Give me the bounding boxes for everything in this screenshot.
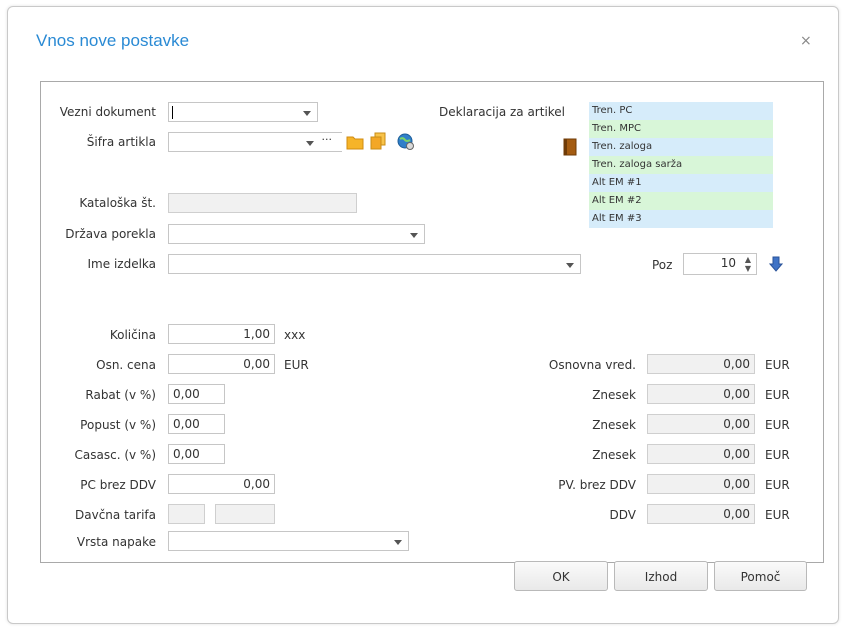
osn-cena-label: Osn. cena <box>96 358 156 372</box>
vezni-dokument-select[interactable] <box>168 102 318 122</box>
znesek-label: Znesek <box>592 418 636 432</box>
osn-cena-unit: EUR <box>284 358 309 372</box>
znesek-casasc-field: 0,00 <box>647 444 755 464</box>
declaration-item: Alt EM #2 <box>589 192 773 210</box>
form-panel: Vezni dokument Šifra artikla ··· Deklara… <box>40 81 824 563</box>
kolicina-unit: xxx <box>284 328 306 342</box>
osn-cena-field[interactable]: 0,00 <box>168 354 275 374</box>
znesek-rabat-unit: EUR <box>765 388 790 402</box>
popust-field[interactable]: 0,00 <box>168 414 225 434</box>
dialog-window: Vnos nove postavke × Vezni dokument Šifr… <box>7 6 839 624</box>
declaration-item: Tren. MPC <box>589 120 773 138</box>
stepper-arrows-icon[interactable]: ▲ ▼ <box>745 255 751 273</box>
znesek-popust-field: 0,00 <box>647 414 755 434</box>
znesek-label: Znesek <box>592 448 636 462</box>
rabat-field[interactable]: 0,00 <box>168 384 225 404</box>
znesek-popust-unit: EUR <box>765 418 790 432</box>
ddv-unit: EUR <box>765 508 790 522</box>
declaration-item: Tren. zaloga <box>589 138 773 156</box>
davcna-tarifa-label: Davčna tarifa <box>75 508 156 522</box>
davcna-tarifa-field-1 <box>168 504 205 524</box>
poz-value: 10 <box>720 256 736 270</box>
osnovna-vred-label: Osnovna vred. <box>548 358 636 372</box>
sifra-artikla-select[interactable]: ··· <box>168 132 342 152</box>
osnovna-vred-field: 0,00 <box>647 354 755 374</box>
poz-stepper[interactable]: 10 ▲ ▼ <box>683 253 757 275</box>
pv-brez-ddv-label: PV. brez DDV <box>558 478 636 492</box>
znesek-rabat-field: 0,00 <box>647 384 755 404</box>
ddv-field: 0,00 <box>647 504 755 524</box>
chevron-down-icon[interactable] <box>566 263 574 268</box>
declaration-item: Tren. zaloga sarža <box>589 156 773 174</box>
copy-icon[interactable] <box>370 132 386 150</box>
pc-brez-ddv-field[interactable]: 0,00 <box>168 474 275 494</box>
more-options-icon[interactable]: ··· <box>322 133 333 146</box>
popust-label: Popust (v %) <box>80 418 156 432</box>
kataloska-field <box>168 193 357 213</box>
sifra-artikla-label: Šifra artikla <box>86 135 156 149</box>
vrsta-napake-select[interactable] <box>168 531 409 551</box>
znesek-label: Znesek <box>592 388 636 402</box>
drzava-select[interactable] <box>168 224 425 244</box>
text-cursor <box>172 106 173 119</box>
chevron-down-icon[interactable] <box>394 540 402 545</box>
book-icon[interactable] <box>563 138 577 156</box>
davcna-tarifa-field-2 <box>215 504 275 524</box>
ime-izdelka-select[interactable] <box>168 254 581 274</box>
declaration-item: Alt EM #3 <box>589 210 773 228</box>
chevron-down-icon[interactable] <box>306 141 314 146</box>
folder-icon[interactable] <box>346 134 364 150</box>
declaration-list: Tren. PC Tren. MPC Tren. zaloga Tren. za… <box>589 102 773 228</box>
deklaracija-label: Deklaracija za artikel <box>439 105 566 119</box>
chevron-down-icon[interactable] <box>303 111 311 116</box>
declaration-item: Tren. PC <box>589 102 773 120</box>
chevron-down-icon[interactable] <box>410 233 418 238</box>
izhod-button[interactable]: Izhod <box>614 561 708 591</box>
drzava-label: Država porekla <box>65 227 156 241</box>
ddv-label: DDV <box>609 508 636 522</box>
pv-brez-ddv-unit: EUR <box>765 478 790 492</box>
ok-button[interactable]: OK <box>514 561 608 591</box>
kataloska-label: Kataloška št. <box>79 196 156 210</box>
znesek-casasc-unit: EUR <box>765 448 790 462</box>
pomoc-button[interactable]: Pomoč <box>714 561 807 591</box>
dialog-title: Vnos nove postavke <box>36 31 190 50</box>
osnovna-vred-unit: EUR <box>765 358 790 372</box>
casasc-label: Casasc. (v %) <box>74 448 157 462</box>
rabat-label: Rabat (v %) <box>85 388 156 402</box>
poz-label: Poz <box>652 258 673 272</box>
close-icon[interactable]: × <box>800 33 812 49</box>
kolicina-label: Količina <box>109 328 156 342</box>
kolicina-field[interactable]: 1,00 <box>168 324 275 344</box>
ime-izdelka-label: Ime izdelka <box>87 257 156 271</box>
pv-brez-ddv-field: 0,00 <box>647 474 755 494</box>
globe-link-icon[interactable] <box>397 133 415 151</box>
declaration-item: Alt EM #1 <box>589 174 773 192</box>
vrsta-napake-label: Vrsta napake <box>76 535 156 549</box>
casasc-field[interactable]: 0,00 <box>168 444 225 464</box>
pc-brez-ddv-label: PC brez DDV <box>80 478 156 492</box>
arrow-down-icon[interactable] <box>769 256 783 272</box>
vezni-dokument-label: Vezni dokument <box>59 105 156 119</box>
